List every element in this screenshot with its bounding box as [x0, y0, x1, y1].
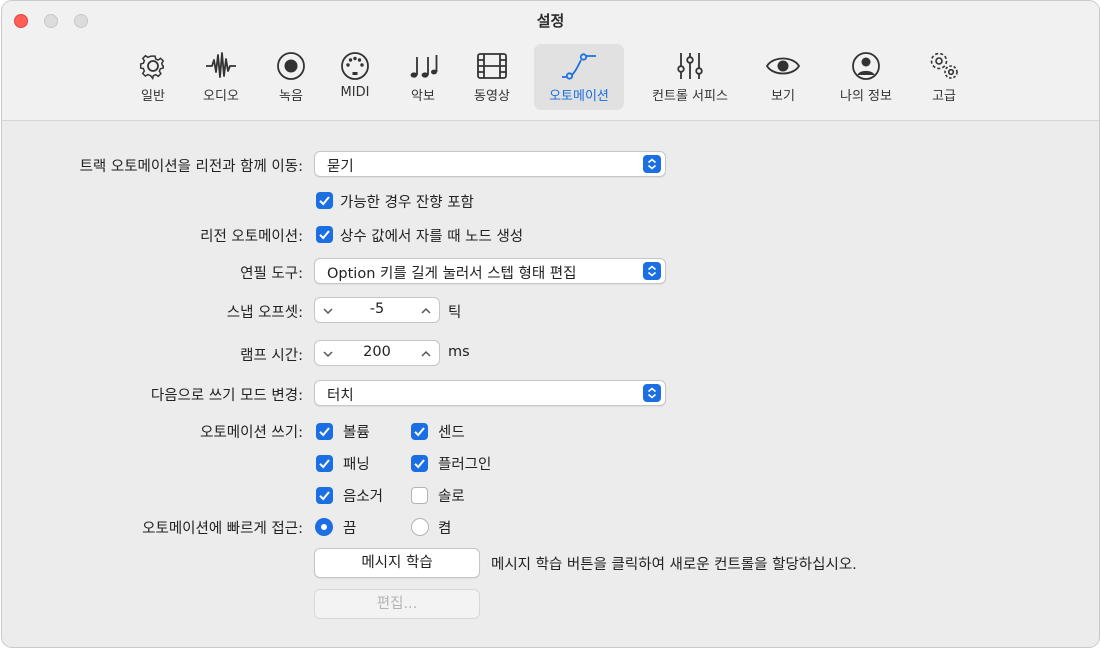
learn-message-hint: 메시지 학습 버튼을 클릭하여 새로운 컨트롤을 할당하십시오.: [491, 557, 857, 573]
gear-icon: [136, 50, 170, 82]
tab-control-surfaces[interactable]: 컨트롤 서피스: [640, 44, 740, 110]
window-title: 설정: [536, 12, 565, 30]
chevron-updown-icon: [643, 384, 661, 402]
write-automation-label: 오토메이션 쓰기:: [200, 425, 303, 441]
tab-label: 동영상: [474, 89, 510, 104]
tab-label: 악보: [411, 89, 435, 104]
record-icon: [274, 50, 308, 82]
solo-checkbox[interactable]: [411, 487, 428, 504]
gears-icon: [927, 50, 961, 82]
tab-label: 녹음: [279, 89, 303, 104]
person-icon: [849, 50, 883, 82]
tab-general[interactable]: 일반: [124, 44, 182, 110]
quick-access-off-radio[interactable]: [315, 518, 333, 536]
popup-value: 묻기: [327, 159, 354, 175]
waveform-icon: [204, 50, 238, 82]
checkmark-icon: [414, 427, 425, 437]
preferences-tabs: 일반 오디오 녹음 MIDI 악보 동영상 오토메이션 컨트롤 서피스 보기 나…: [2, 44, 1099, 112]
region-automation-option-label: 상수 값에서 자를 때 노드 생성: [340, 229, 524, 245]
tab-label: 나의 정보: [840, 89, 892, 104]
quick-access-on-label: 켬: [438, 521, 452, 537]
tab-audio[interactable]: 오디오: [192, 44, 250, 110]
checkmark-icon: [414, 459, 425, 469]
tab-my-info[interactable]: 나의 정보: [828, 44, 904, 110]
checkmark-icon: [319, 427, 330, 437]
tab-label: 오디오: [203, 89, 239, 104]
mute-checkbox[interactable]: [316, 487, 333, 504]
move-automation-label: 트랙 오토메이션을 리전과 함께 이동:: [79, 159, 303, 175]
volume-label: 볼륨: [343, 425, 370, 441]
pencil-tool-label: 연필 도구:: [240, 266, 303, 282]
tab-label: 오토메이션: [549, 89, 609, 104]
tab-label: 고급: [932, 89, 956, 104]
tab-label: MIDI: [340, 85, 370, 100]
include-tails-label: 가능한 경우 잔향 포함: [340, 195, 474, 211]
tab-recording[interactable]: 녹음: [262, 44, 320, 110]
chevron-updown-icon: [643, 262, 661, 280]
tab-label: 보기: [771, 89, 795, 104]
checkmark-icon: [319, 230, 330, 240]
popup-value: 터치: [327, 388, 354, 404]
chevron-up-icon[interactable]: [419, 303, 433, 317]
region-automation-checkbox[interactable]: [316, 226, 333, 243]
quick-access-on-radio[interactable]: [411, 518, 429, 536]
region-automation-label: 리전 오토메이션:: [200, 229, 303, 245]
chevron-updown-icon: [643, 155, 661, 173]
tab-label: 컨트롤 서피스: [652, 89, 728, 104]
plugin-checkbox[interactable]: [411, 455, 428, 472]
tab-score[interactable]: 악보: [394, 44, 452, 110]
snap-offset-stepper[interactable]: -5: [314, 297, 440, 323]
pan-label: 패닝: [343, 457, 370, 473]
settings-window: 설정 일반 오디오 녹음 MIDI 악보 동영상 오토메이션 컨트롤 서피스 보…: [1, 0, 1100, 648]
checkmark-icon: [319, 196, 330, 206]
quick-access-off-label: 끔: [343, 521, 357, 537]
move-automation-popup[interactable]: 묻기: [314, 151, 666, 177]
plugin-label: 플러그인: [438, 457, 492, 473]
tab-label: 일반: [141, 89, 165, 104]
toolbar: 설정 일반 오디오 녹음 MIDI 악보 동영상 오토메이션 컨트롤 서피스 보…: [2, 1, 1099, 121]
pencil-tool-popup[interactable]: Option 키를 길게 눌러서 스텝 형태 편집: [314, 258, 666, 284]
snap-offset-label: 스냅 오프셋:: [226, 305, 303, 321]
tab-advanced[interactable]: 고급: [914, 44, 974, 110]
edit-button[interactable]: 편집...: [314, 589, 480, 619]
chevron-up-icon[interactable]: [419, 346, 433, 360]
film-icon: [475, 50, 509, 82]
include-tails-checkbox[interactable]: [316, 192, 333, 209]
tab-midi[interactable]: MIDI: [326, 44, 384, 110]
tab-view[interactable]: 보기: [754, 44, 812, 110]
eye-icon: [765, 50, 801, 82]
mute-label: 음소거: [343, 489, 384, 505]
automation-settings-pane: 트랙 오토메이션을 리전과 함께 이동: 묻기 가능한 경우 잔향 포함 리전 …: [2, 121, 1099, 647]
tab-movie[interactable]: 동영상: [463, 44, 521, 110]
midi-port-icon: [338, 50, 372, 82]
pan-checkbox[interactable]: [316, 455, 333, 472]
snap-offset-unit: 틱: [448, 305, 462, 321]
write-mode-label: 다음으로 쓰기 모드 변경:: [150, 388, 303, 404]
ramp-time-unit: ms: [448, 344, 470, 360]
quick-access-label: 오토메이션에 빠르게 접근:: [142, 521, 303, 537]
automation-curve-icon: [562, 50, 596, 82]
ramp-time-label: 램프 시간:: [240, 348, 303, 364]
learn-message-button[interactable]: 메시지 학습: [314, 548, 480, 578]
write-mode-popup[interactable]: 터치: [314, 380, 666, 406]
checkmark-icon: [319, 491, 330, 501]
volume-checkbox[interactable]: [316, 423, 333, 440]
solo-label: 솔로: [438, 489, 465, 505]
ramp-time-stepper[interactable]: 200: [314, 340, 440, 366]
music-notes-icon: [406, 50, 440, 82]
send-label: 센드: [438, 425, 465, 441]
tab-automation[interactable]: 오토메이션: [534, 44, 624, 110]
send-checkbox[interactable]: [411, 423, 428, 440]
popup-value: Option 키를 길게 눌러서 스텝 형태 편집: [327, 266, 577, 282]
checkmark-icon: [319, 459, 330, 469]
sliders-icon: [673, 50, 707, 82]
